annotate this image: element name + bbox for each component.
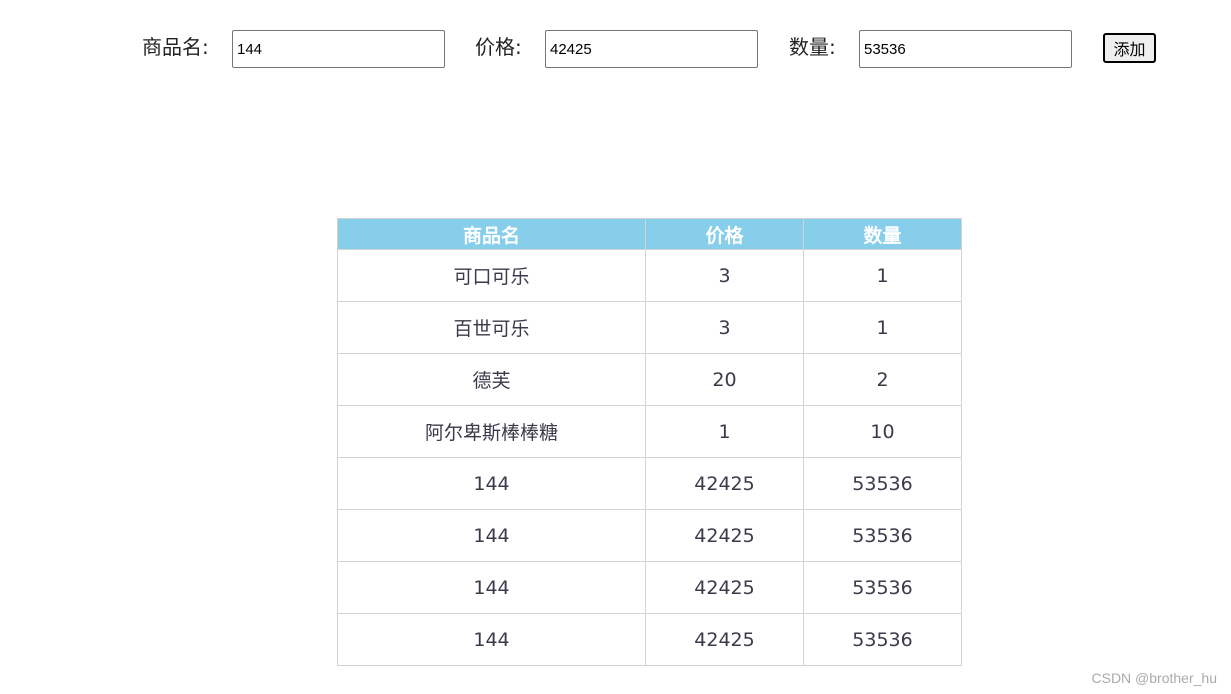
cell-price: 42425 <box>645 613 804 666</box>
goods-table: 商品名 价格 数量 可口可乐 3 1 百世可乐 3 1 德芙 20 2 阿尔卑斯… <box>337 218 962 666</box>
table-row: 百世可乐 3 1 <box>337 301 962 354</box>
header-quantity: 数量 <box>803 218 962 250</box>
price-label: 价格: <box>475 35 522 59</box>
cell-product-name: 可口可乐 <box>337 249 646 302</box>
add-button[interactable]: 添加 <box>1103 33 1156 63</box>
cell-price: 1 <box>645 405 804 458</box>
table-row: 德芙 20 2 <box>337 353 962 406</box>
watermark: CSDN @brother_hu <box>1091 670 1218 686</box>
cell-quantity: 1 <box>803 249 962 302</box>
header-price: 价格 <box>645 218 804 250</box>
cell-product-name: 144 <box>337 457 646 510</box>
cell-product-name: 百世可乐 <box>337 301 646 354</box>
cell-quantity: 1 <box>803 301 962 354</box>
cell-price: 3 <box>645 301 804 354</box>
page: 商品名: 价格: 数量: 添加 商品名 价格 数量 可口可乐 3 1 百世可乐 <box>0 0 1231 694</box>
cell-quantity: 2 <box>803 353 962 406</box>
cell-quantity: 53536 <box>803 457 962 510</box>
cell-price: 42425 <box>645 509 804 562</box>
quantity-input[interactable] <box>859 30 1072 68</box>
cell-price: 20 <box>645 353 804 406</box>
table-row: 阿尔卑斯棒棒糖 1 10 <box>337 405 962 458</box>
price-input[interactable] <box>545 30 758 68</box>
table-row: 144 42425 53536 <box>337 561 962 614</box>
table-row: 144 42425 53536 <box>337 457 962 510</box>
table-row: 可口可乐 3 1 <box>337 249 962 302</box>
cell-price: 3 <box>645 249 804 302</box>
header-product-name: 商品名 <box>337 218 646 250</box>
cell-product-name: 144 <box>337 509 646 562</box>
product-name-label: 商品名: <box>142 35 209 59</box>
table-row: 144 42425 53536 <box>337 613 962 666</box>
quantity-label: 数量: <box>789 35 836 59</box>
cell-product-name: 144 <box>337 561 646 614</box>
cell-product-name: 144 <box>337 613 646 666</box>
cell-quantity: 53536 <box>803 613 962 666</box>
cell-price: 42425 <box>645 561 804 614</box>
product-name-input[interactable] <box>232 30 445 68</box>
cell-product-name: 阿尔卑斯棒棒糖 <box>337 405 646 458</box>
cell-product-name: 德芙 <box>337 353 646 406</box>
table-header-row: 商品名 价格 数量 <box>337 218 962 250</box>
cell-price: 42425 <box>645 457 804 510</box>
cell-quantity: 53536 <box>803 561 962 614</box>
cell-quantity: 10 <box>803 405 962 458</box>
table-row: 144 42425 53536 <box>337 509 962 562</box>
cell-quantity: 53536 <box>803 509 962 562</box>
